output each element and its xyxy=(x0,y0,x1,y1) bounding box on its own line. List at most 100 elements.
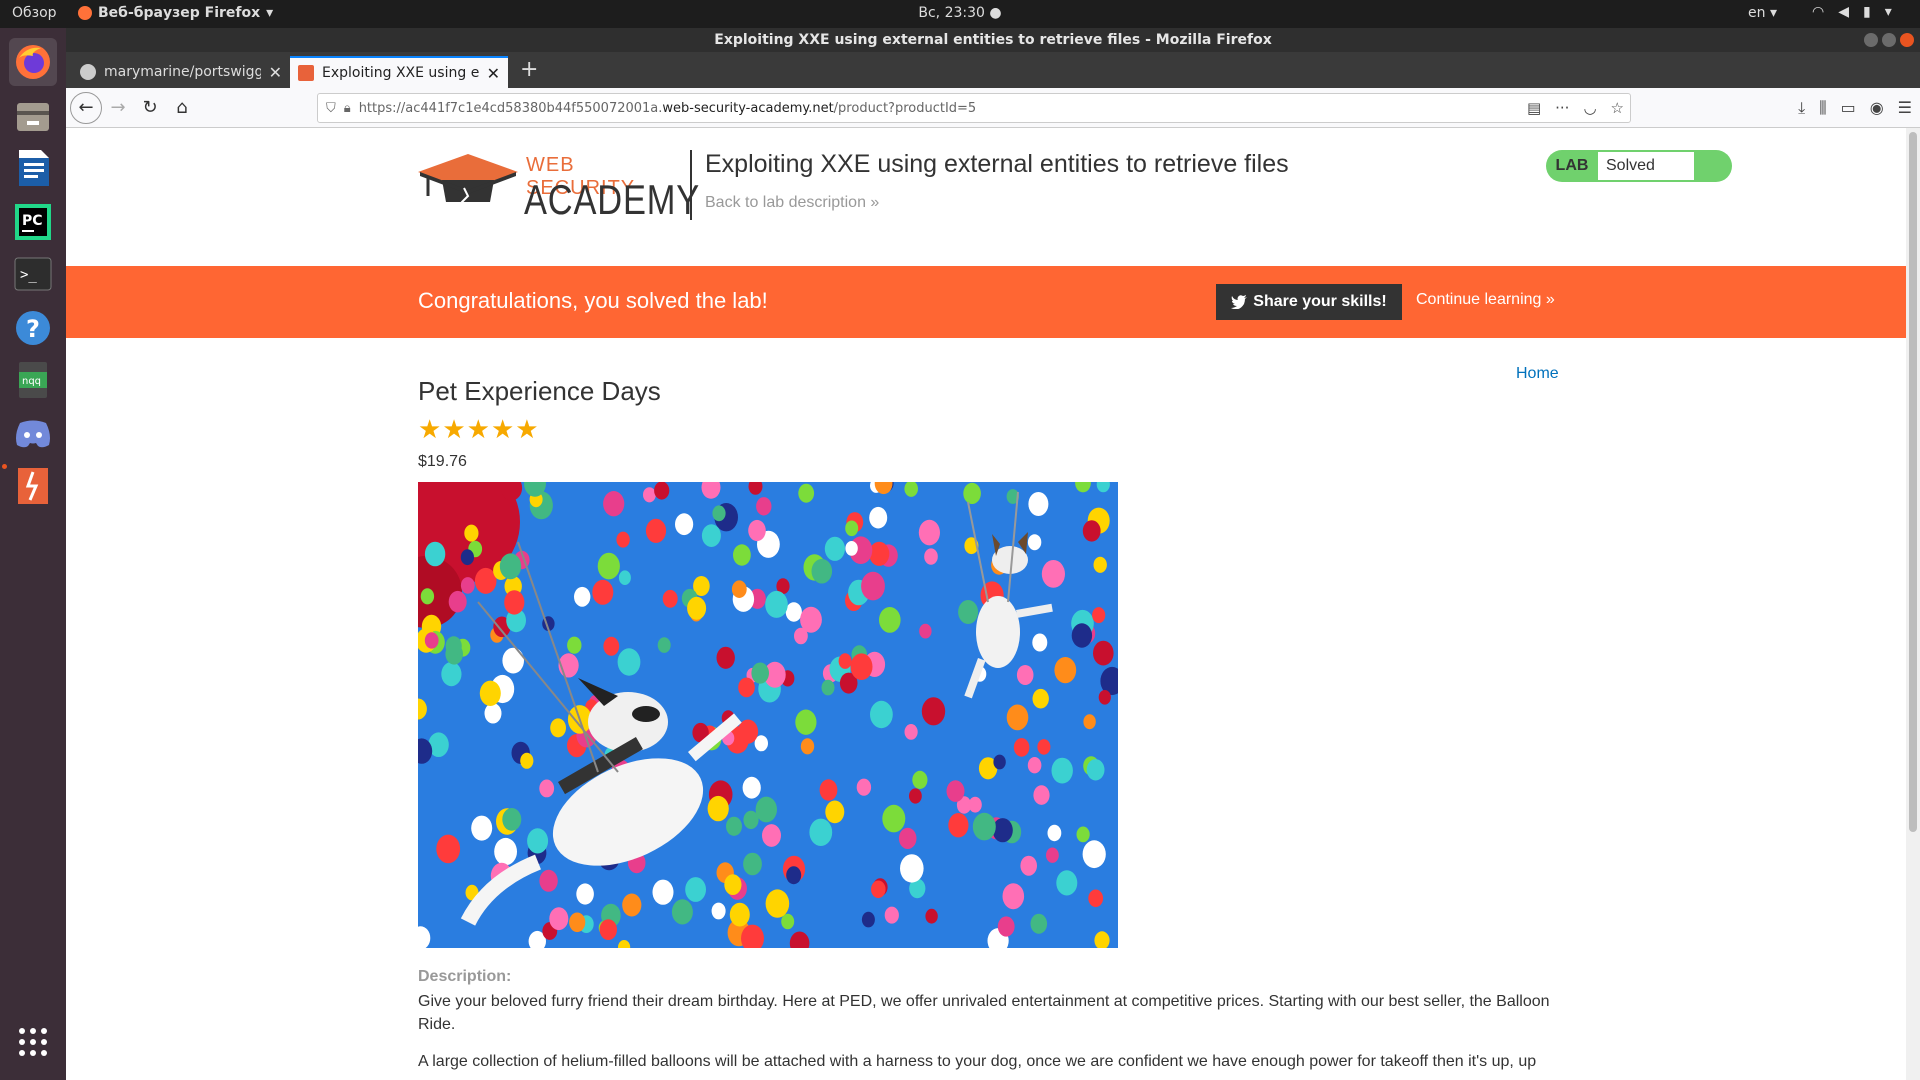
url-bar[interactable]: ⛉ 🔒︎ https://ac441f7c1e4cd58380b44f55007… xyxy=(317,93,1631,123)
shield-icon[interactable]: ⛉ xyxy=(326,101,336,116)
account-icon[interactable]: ◉ xyxy=(1870,98,1884,118)
balloon xyxy=(1033,785,1050,805)
reader-view-icon[interactable]: ▤ xyxy=(1527,99,1541,117)
maximize-button[interactable] xyxy=(1882,33,1896,47)
star-icon: ★ xyxy=(466,414,490,444)
balloon xyxy=(781,913,795,930)
balloon xyxy=(420,588,435,605)
academy-logo[interactable]: WEB SECURITY ACADEMY xyxy=(418,150,699,223)
firefox-icon xyxy=(16,45,50,79)
description-paragraph: Give your beloved furry friend their dre… xyxy=(418,993,1550,1033)
back-button[interactable]: ← xyxy=(70,91,102,124)
balloon xyxy=(539,869,558,892)
reload-button[interactable]: ↻ xyxy=(134,92,166,124)
forward-button[interactable]: → xyxy=(102,92,134,124)
sidebar-icon[interactable]: ▭ xyxy=(1841,98,1856,118)
balloon xyxy=(924,548,938,565)
volume-icon: ◀ xyxy=(1838,4,1849,20)
continue-learning-link[interactable]: Continue learning » xyxy=(1416,291,1555,309)
balloon xyxy=(919,623,932,639)
notification-dot-icon: ● xyxy=(989,5,1002,21)
balloon xyxy=(479,680,501,706)
dock-notes[interactable]: nqq xyxy=(9,356,57,404)
new-tab-button[interactable]: + xyxy=(508,57,550,88)
balloon xyxy=(716,646,735,669)
tab-github[interactable]: marymarine/portswigger ✕ xyxy=(72,56,290,88)
scrollbar-thumb[interactable] xyxy=(1909,132,1917,832)
logo-divider xyxy=(690,150,692,220)
page-actions-icon[interactable]: ··· xyxy=(1555,99,1569,117)
balloon xyxy=(1076,826,1090,843)
balloon xyxy=(824,536,845,561)
firefox-icon xyxy=(78,6,92,20)
app-menu[interactable]: Веб-браузер Firefox ▾ xyxy=(78,5,273,21)
pocket-icon[interactable]: ◡ xyxy=(1583,99,1596,117)
dock-pycharm[interactable]: PC xyxy=(9,198,57,246)
minimize-button[interactable] xyxy=(1864,33,1878,47)
show-applications-button[interactable] xyxy=(9,1018,57,1066)
star-icon: ★ xyxy=(515,414,539,444)
close-tab-icon[interactable]: ✕ xyxy=(487,64,500,83)
dock-firefox[interactable] xyxy=(9,38,57,86)
balloon xyxy=(882,804,906,833)
balloon xyxy=(448,590,467,613)
download-icon[interactable]: ⤓ xyxy=(1798,98,1805,118)
logo-text-bottom: ACADEMY xyxy=(524,176,701,223)
dock-discord[interactable] xyxy=(9,410,57,458)
battery-icon: ▮ xyxy=(1863,4,1871,20)
balloon xyxy=(743,810,759,830)
balloon xyxy=(574,586,591,607)
dock-terminal[interactable]: >_ xyxy=(9,250,57,298)
library-icon[interactable]: ⫼ xyxy=(1819,98,1826,118)
activities-button[interactable]: Обзор xyxy=(12,5,57,21)
balloon xyxy=(800,606,822,633)
balloon xyxy=(825,800,845,824)
balloon xyxy=(958,600,979,624)
burp-suite-icon xyxy=(18,468,48,504)
balloon xyxy=(1020,855,1037,876)
clock[interactable]: Вс, 23:30 xyxy=(918,5,985,21)
page-scrollbar[interactable] xyxy=(1906,128,1920,1080)
keyboard-layout[interactable]: en ▾ xyxy=(1748,5,1777,21)
product-price: $19.76 xyxy=(418,453,467,470)
balloon xyxy=(576,883,594,905)
tab-title: Exploiting XXE using exte xyxy=(322,65,479,81)
lab-badge-label: LAB xyxy=(1555,157,1589,174)
balloon xyxy=(1027,757,1042,774)
balloon xyxy=(850,653,873,680)
home-link[interactable]: Home xyxy=(1516,365,1559,383)
system-tray[interactable]: ◠ ◀ ▮ ▾ xyxy=(1812,4,1892,20)
balloon xyxy=(527,828,549,854)
lab-header: WEB SECURITY ACADEMY Exploiting XXE usin… xyxy=(418,150,1732,230)
bookmark-star-icon[interactable]: ☆ xyxy=(1611,99,1624,117)
balloon-dogs-illustration xyxy=(418,482,1118,948)
dock-burp[interactable] xyxy=(9,462,57,510)
close-window-button[interactable] xyxy=(1900,33,1914,47)
url-host: web-security-academy.net xyxy=(662,100,834,116)
firefox-window: Exploiting XXE using external entities t… xyxy=(66,28,1920,1080)
lock-icon[interactable]: 🔒︎ xyxy=(344,101,351,116)
balloon xyxy=(1030,913,1048,934)
home-button[interactable]: ⌂ xyxy=(166,92,198,124)
tab-active-lab[interactable]: Exploiting XXE using exte ✕ xyxy=(290,56,508,88)
share-skills-button[interactable]: Share your skills! xyxy=(1216,284,1402,320)
balloon xyxy=(809,818,833,846)
balloon xyxy=(861,911,875,928)
balloon xyxy=(539,779,555,798)
close-tab-icon[interactable]: ✕ xyxy=(269,63,282,82)
back-to-description-link[interactable]: Back to lab description » xyxy=(705,194,879,212)
balloon xyxy=(1037,739,1051,755)
dock-help[interactable]: ? xyxy=(9,304,57,352)
balloon xyxy=(1054,657,1077,684)
menu-icon[interactable]: ☰ xyxy=(1898,98,1912,118)
lab-status-text: Solved xyxy=(1598,152,1694,180)
balloon xyxy=(751,662,769,684)
balloon xyxy=(460,577,475,594)
dock-files[interactable] xyxy=(9,92,57,140)
balloon xyxy=(786,866,802,885)
dock-writer[interactable] xyxy=(9,144,57,192)
balloon xyxy=(592,579,614,605)
balloon xyxy=(1082,840,1106,869)
balloon xyxy=(662,589,678,608)
balloon xyxy=(997,916,1015,937)
